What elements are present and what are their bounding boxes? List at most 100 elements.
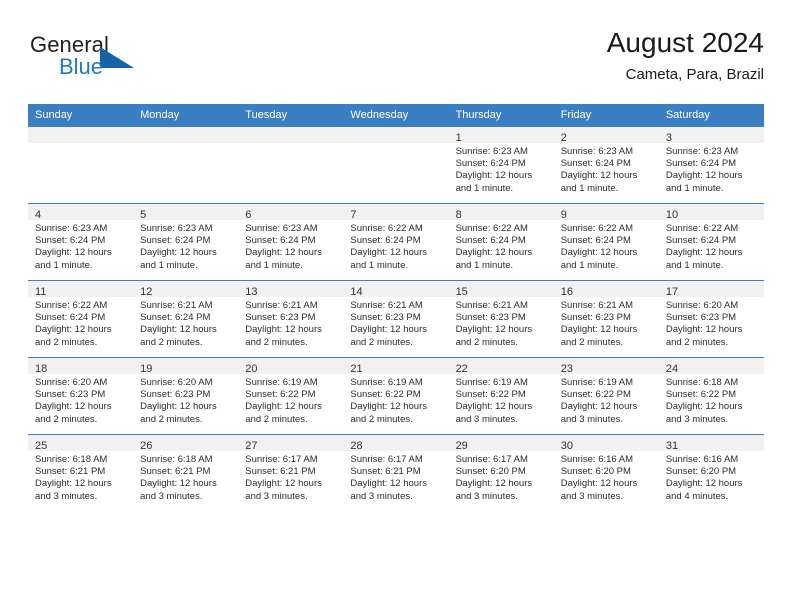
sunrise-text: Sunrise: 6:23 AM xyxy=(665,146,739,157)
daylight-text-line2: and 2 minutes. xyxy=(245,336,308,348)
daylight-text-line1: Daylight: 12 hours xyxy=(140,478,217,490)
calendar-day-cell[interactable]: 26 Sunrise: 6:18 AM Sunset: 6:21 PM Dayligh… xyxy=(133,434,239,511)
calendar-day-cell[interactable]: 19 Sunrise: 6:20 AM Sunset: 6:23 PM Dayligh… xyxy=(133,357,239,435)
daylight-text-line2: and 3 minutes. xyxy=(560,413,624,425)
day-sun-info: Sunrise: 6:20 AM Sunset: 6:23 PM Daylight:… xyxy=(28,374,133,426)
sunrise-text: Sunrise: 6:20 AM xyxy=(140,377,213,388)
day-sun-info: Sunrise: 6:22 AM Sunset: 6:24 PM Daylight:… xyxy=(449,220,554,272)
calendar-day-cell[interactable]: 22 Sunrise: 6:19 AM Sunset: 6:22 PM Dayligh… xyxy=(448,357,554,435)
day-sun-info: Sunrise: 6:19 AM Sunset: 6:22 PM Daylight:… xyxy=(238,374,343,426)
day-number: 5 xyxy=(140,209,147,221)
day-number-band: 13 xyxy=(238,281,344,298)
weekday-header-sunday: Sunday xyxy=(28,104,134,127)
calendar-day-cell[interactable]: 14 Sunrise: 6:21 AM Sunset: 6:23 PM Dayligh… xyxy=(343,280,449,358)
day-number: 18 xyxy=(35,363,48,375)
day-cell-content: 6 Sunrise: 6:23 AM Sunset: 6:24 PM Daylight… xyxy=(238,204,344,280)
sunrise-text: Sunrise: 6:20 AM xyxy=(35,377,108,388)
day-number: 20 xyxy=(245,363,258,375)
daylight-text-line2: and 2 minutes. xyxy=(350,413,413,425)
daylight-text-line2: and 4 minutes. xyxy=(665,490,729,502)
day-sun-info: Sunrise: 6:16 AM Sunset: 6:20 PM Daylight:… xyxy=(659,451,764,503)
calendar-day-cell[interactable]: 17 Sunrise: 6:20 AM Sunset: 6:23 PM Dayligh… xyxy=(658,280,764,358)
sunset-text: Sunset: 6:24 PM xyxy=(140,312,211,324)
sunset-text: Sunset: 6:23 PM xyxy=(350,312,421,324)
daylight-text-line2: and 1 minute. xyxy=(245,259,303,271)
day-number-band: 23 xyxy=(553,358,659,375)
calendar-day-cell[interactable]: 6 Sunrise: 6:23 AM Sunset: 6:24 PM Daylight… xyxy=(238,203,344,281)
daylight-text-line1: Daylight: 12 hours xyxy=(455,247,533,259)
day-sun-info: Sunrise: 6:23 AM Sunset: 6:24 PM Daylight:… xyxy=(659,143,764,195)
day-number-band: 25 xyxy=(28,435,134,452)
day-sun-info: Sunrise: 6:18 AM Sunset: 6:22 PM Daylight:… xyxy=(659,374,764,426)
calendar-day-cell[interactable]: 28 Sunrise: 6:17 AM Sunset: 6:21 PM Dayligh… xyxy=(343,434,449,511)
day-number: 9 xyxy=(560,209,567,221)
calendar-day-cell[interactable]: 9 Sunrise: 6:22 AM Sunset: 6:24 PM Daylight… xyxy=(553,203,659,281)
sunrise-text: Sunrise: 6:23 AM xyxy=(560,146,634,157)
daylight-text-line1: Daylight: 12 hours xyxy=(245,478,322,490)
daylight-text-line1: Daylight: 12 hours xyxy=(560,170,638,182)
weekday-header-wednesday: Wednesday xyxy=(343,104,449,127)
daylight-text-line1: Daylight: 12 hours xyxy=(665,170,743,182)
calendar-week-row: 25 Sunrise: 6:18 AM Sunset: 6:21 PM Dayligh… xyxy=(28,434,764,511)
sunrise-text: Sunrise: 6:19 AM xyxy=(560,377,634,388)
calendar-day-cell[interactable]: 16 Sunrise: 6:21 AM Sunset: 6:23 PM Dayligh… xyxy=(553,280,659,358)
calendar-day-cell[interactable]: 11 Sunrise: 6:22 AM Sunset: 6:24 PM Dayligh… xyxy=(28,280,134,358)
daylight-text-line1: Daylight: 12 hours xyxy=(560,247,638,259)
daylight-text-line2: and 1 minute. xyxy=(350,259,408,271)
calendar-day-cell-empty xyxy=(133,126,239,204)
calendar-day-cell[interactable]: 1 Sunrise: 6:23 AM Sunset: 6:24 PM Daylight… xyxy=(448,126,554,204)
daylight-text-line2: and 1 minute. xyxy=(560,259,619,271)
calendar-day-cell[interactable]: 2 Sunrise: 6:23 AM Sunset: 6:24 PM Daylight… xyxy=(553,126,659,204)
sunrise-text: Sunrise: 6:23 AM xyxy=(245,223,318,234)
logo-text-blue: Blue xyxy=(59,54,104,79)
daylight-text-line2: and 1 minute. xyxy=(35,259,93,271)
daylight-text-line2: and 1 minute. xyxy=(140,259,198,271)
day-cell-content: 2 Sunrise: 6:23 AM Sunset: 6:24 PM Daylight… xyxy=(553,127,659,203)
day-number: 19 xyxy=(140,363,153,375)
calendar-day-cell[interactable]: 25 Sunrise: 6:18 AM Sunset: 6:21 PM Dayligh… xyxy=(28,434,134,511)
daylight-text-line1: Daylight: 12 hours xyxy=(140,324,217,336)
day-cell-content: 13 Sunrise: 6:21 AM Sunset: 6:23 PM Dayligh… xyxy=(238,281,344,357)
calendar-day-cell[interactable]: 13 Sunrise: 6:21 AM Sunset: 6:23 PM Dayligh… xyxy=(238,280,344,358)
sunrise-text: Sunrise: 6:16 AM xyxy=(560,454,634,465)
calendar-day-cell[interactable]: 5 Sunrise: 6:23 AM Sunset: 6:24 PM Daylight… xyxy=(133,203,239,281)
sunrise-text: Sunrise: 6:22 AM xyxy=(35,300,108,311)
sunset-text: Sunset: 6:24 PM xyxy=(140,235,211,247)
calendar-day-cell[interactable]: 3 Sunrise: 6:23 AM Sunset: 6:24 PM Daylight… xyxy=(658,126,764,204)
calendar-day-cell[interactable]: 27 Sunrise: 6:17 AM Sunset: 6:21 PM Dayligh… xyxy=(238,434,344,511)
calendar-day-cell[interactable]: 15 Sunrise: 6:21 AM Sunset: 6:23 PM Dayligh… xyxy=(448,280,554,358)
day-sun-info: Sunrise: 6:21 AM Sunset: 6:23 PM Daylight:… xyxy=(449,297,554,349)
daylight-text-line2: and 2 minutes. xyxy=(560,336,624,348)
calendar-page: General Blue August 2024 Cameta, Para, B… xyxy=(0,0,792,612)
general-blue-logo[interactable]: General Blue xyxy=(28,32,178,88)
calendar-day-cell[interactable]: 7 Sunrise: 6:22 AM Sunset: 6:24 PM Daylight… xyxy=(343,203,449,281)
sunset-text: Sunset: 6:23 PM xyxy=(35,389,106,401)
calendar-day-cell[interactable]: 31 Sunrise: 6:16 AM Sunset: 6:20 PM Dayligh… xyxy=(658,434,764,511)
day-number-band: 11 xyxy=(28,281,134,298)
calendar-day-cell[interactable]: 23 Sunrise: 6:19 AM Sunset: 6:22 PM Dayligh… xyxy=(553,357,659,435)
daylight-text-line2: and 3 minutes. xyxy=(560,490,624,502)
calendar-day-cell[interactable]: 24 Sunrise: 6:18 AM Sunset: 6:22 PM Dayligh… xyxy=(658,357,764,435)
calendar-day-cell[interactable]: 20 Sunrise: 6:19 AM Sunset: 6:22 PM Dayligh… xyxy=(238,357,344,435)
day-number-band: 7 xyxy=(343,204,449,221)
day-cell-content: 11 Sunrise: 6:22 AM Sunset: 6:24 PM Dayligh… xyxy=(28,281,134,357)
page-header: General Blue August 2024 Cameta, Para, B… xyxy=(28,26,764,98)
day-cell-content xyxy=(343,127,449,203)
day-cell-content: 31 Sunrise: 6:16 AM Sunset: 6:20 PM Dayligh… xyxy=(658,435,764,511)
calendar-day-cell[interactable]: 10 Sunrise: 6:22 AM Sunset: 6:24 PM Dayligh… xyxy=(658,203,764,281)
day-number: 21 xyxy=(350,363,363,375)
calendar-day-cell[interactable]: 4 Sunrise: 6:23 AM Sunset: 6:24 PM Daylight… xyxy=(28,203,134,281)
calendar-day-cell[interactable]: 29 Sunrise: 6:17 AM Sunset: 6:20 PM Dayligh… xyxy=(448,434,554,511)
page-title: August 2024 xyxy=(606,27,764,58)
calendar-day-cell[interactable]: 21 Sunrise: 6:19 AM Sunset: 6:22 PM Dayligh… xyxy=(343,357,449,435)
day-number-band: 30 xyxy=(553,435,659,452)
calendar-day-cell[interactable]: 8 Sunrise: 6:22 AM Sunset: 6:24 PM Daylight… xyxy=(448,203,554,281)
sunset-text: Sunset: 6:23 PM xyxy=(455,312,526,324)
sunrise-text: Sunrise: 6:21 AM xyxy=(560,300,634,311)
day-number-band: 3 xyxy=(658,127,764,144)
calendar-day-cell[interactable]: 18 Sunrise: 6:20 AM Sunset: 6:23 PM Dayligh… xyxy=(28,357,134,435)
calendar-day-cell[interactable]: 12 Sunrise: 6:21 AM Sunset: 6:24 PM Dayligh… xyxy=(133,280,239,358)
day-cell-content: 29 Sunrise: 6:17 AM Sunset: 6:20 PM Dayligh… xyxy=(448,435,554,511)
day-number-band xyxy=(133,127,239,143)
calendar-day-cell[interactable]: 30 Sunrise: 6:16 AM Sunset: 6:20 PM Dayligh… xyxy=(553,434,659,511)
